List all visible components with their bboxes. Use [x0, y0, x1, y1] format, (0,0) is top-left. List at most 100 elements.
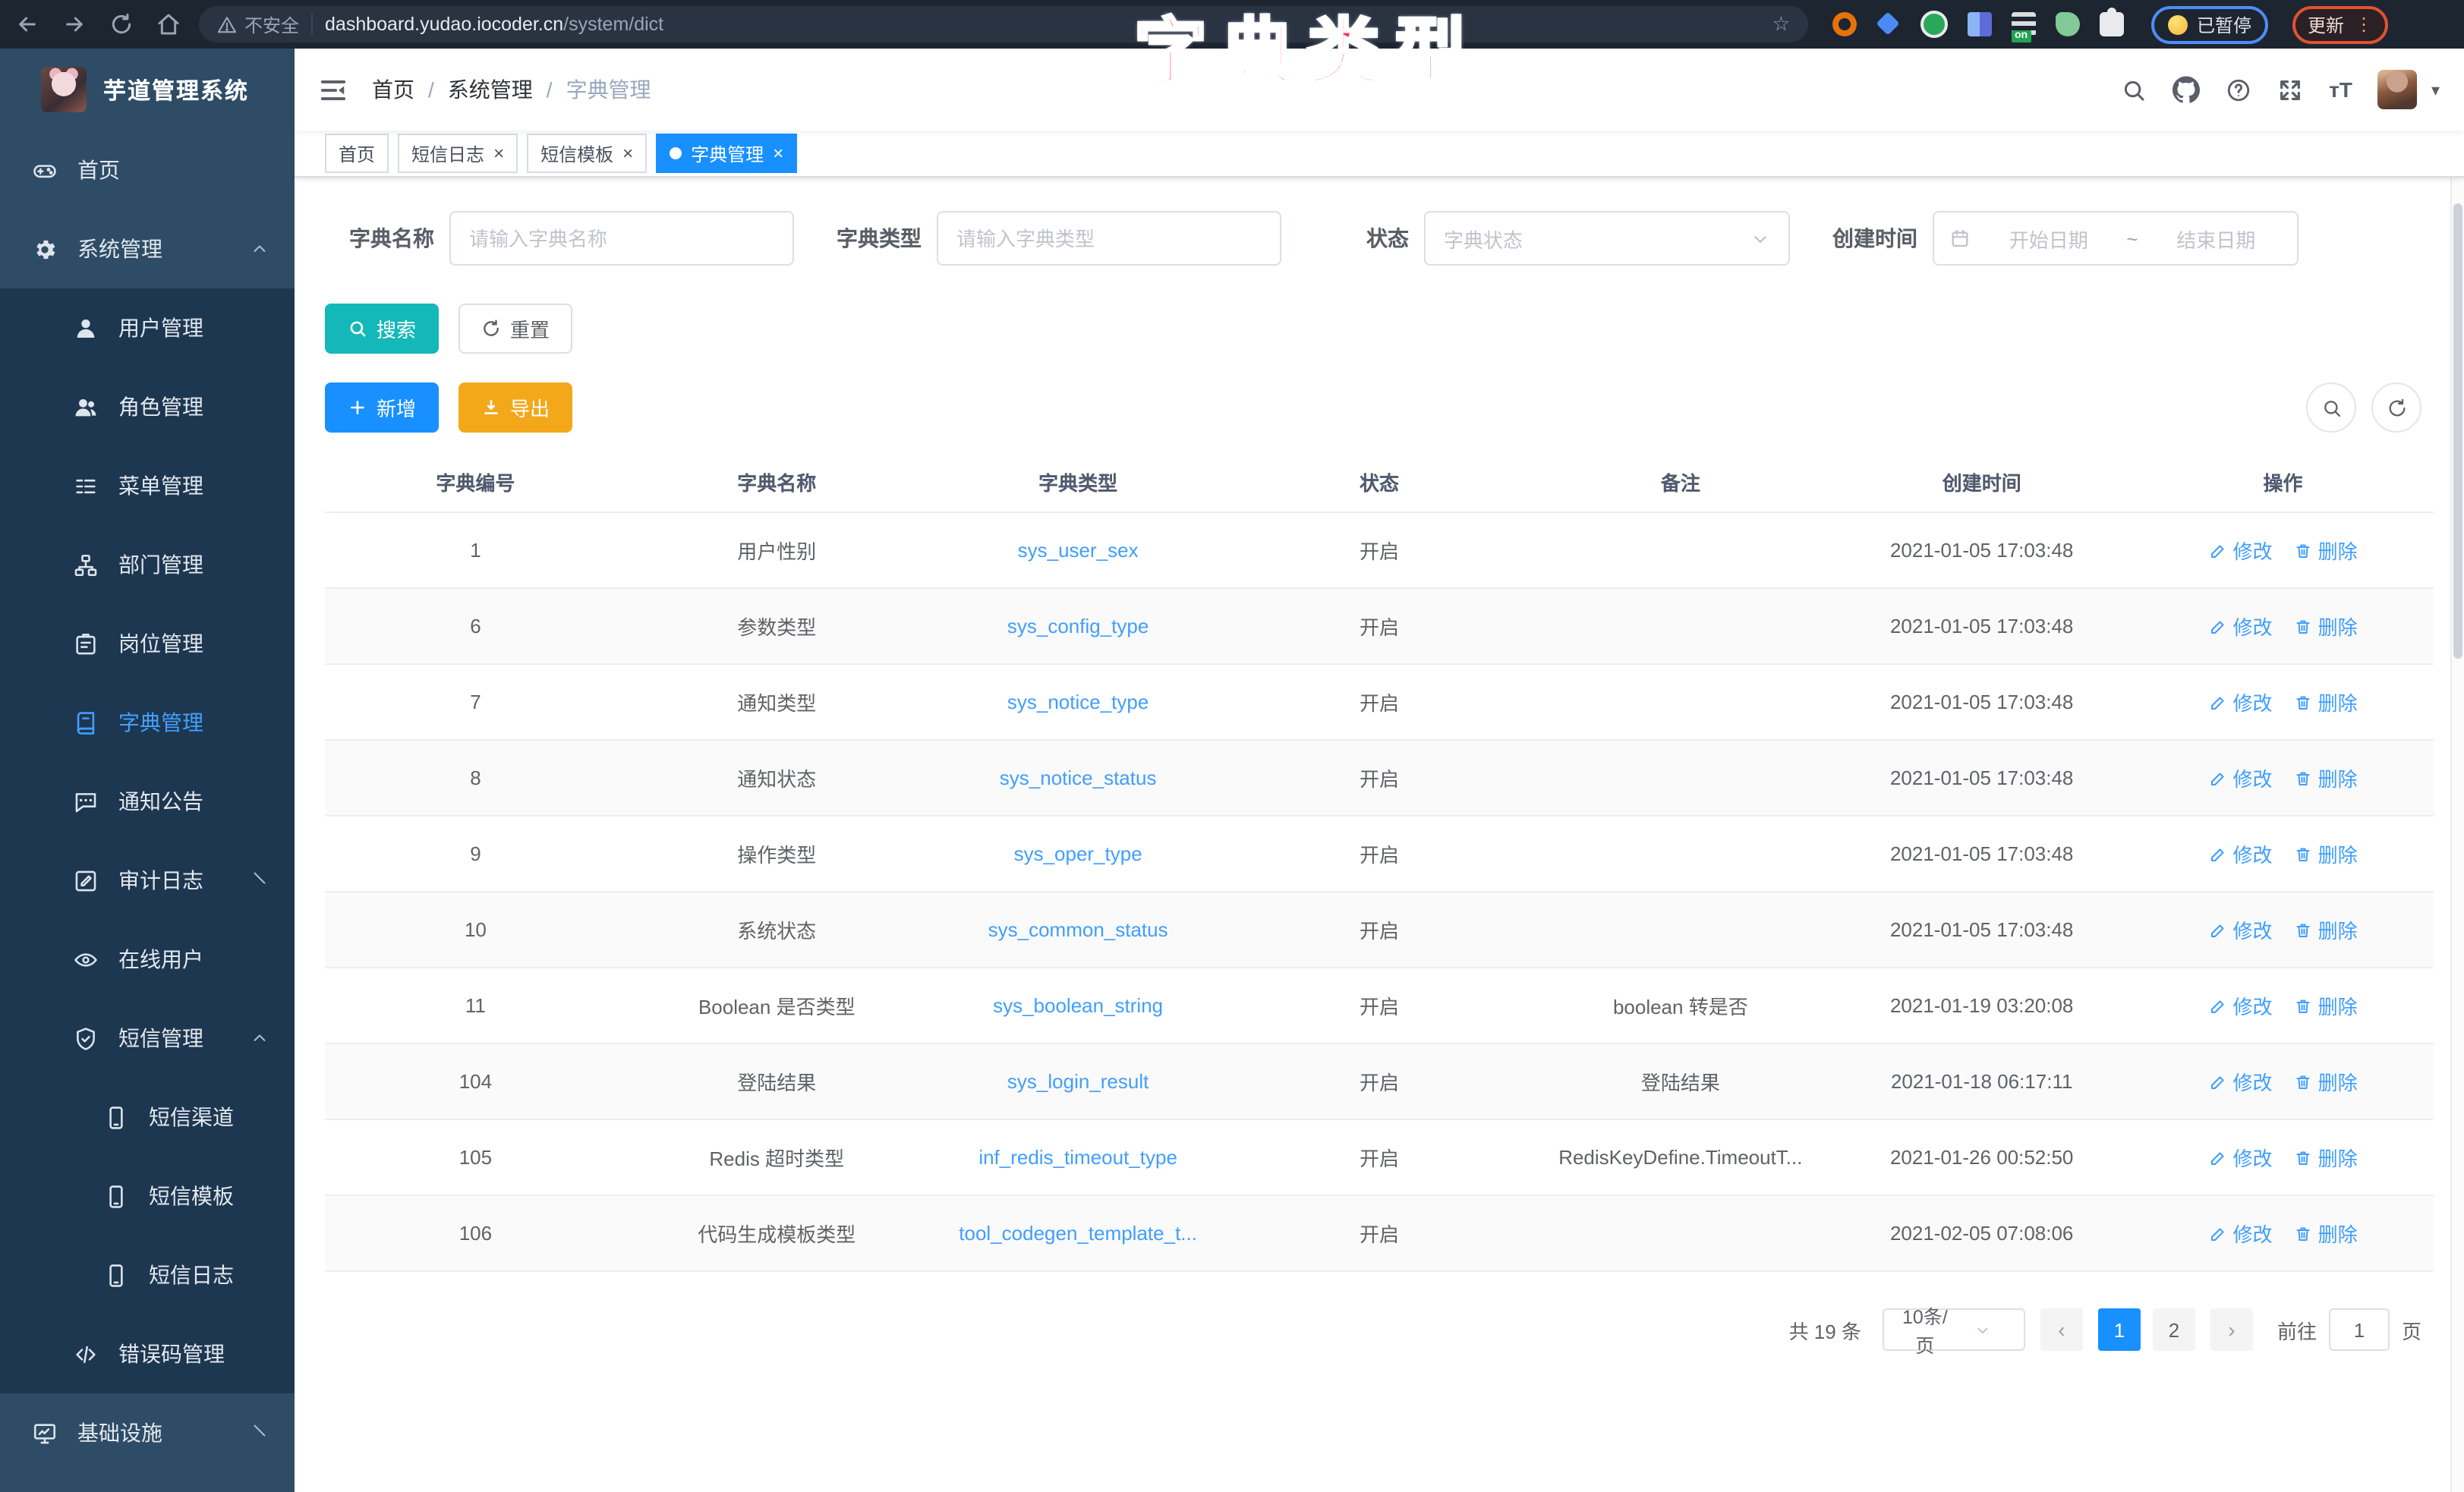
url-bar[interactable]: 不安全 dashboard.yudao.iocoder.cn/system/di… [199, 6, 1808, 42]
prev-page-button[interactable]: ‹ [2040, 1308, 2083, 1351]
close-icon[interactable]: × [622, 144, 633, 162]
edit-button[interactable]: 修改 [2209, 536, 2273, 565]
date-range-picker[interactable]: 开始日期 ~ 结束日期 [1933, 211, 2299, 266]
sidebar-item[interactable]: 通知公告 [0, 762, 295, 841]
sidebar-item[interactable]: 错误码管理 [0, 1314, 295, 1393]
dict-type-link[interactable]: sys_notice_status [928, 741, 1229, 815]
sidebar-item[interactable]: 在线用户 [0, 920, 295, 999]
edit-button[interactable]: 修改 [2209, 1143, 2273, 1172]
delete-button[interactable]: 删除 [2294, 839, 2358, 868]
sidebar-item[interactable]: 字典管理 [0, 683, 295, 762]
sidebar-item[interactable]: 系统管理 [0, 209, 295, 288]
edit-button[interactable]: 修改 [2209, 763, 2273, 792]
delete-button[interactable]: 删除 [2294, 991, 2358, 1020]
dict-type-link[interactable]: sys_login_result [928, 1044, 1229, 1119]
update-button[interactable]: 更新 ⋮ [2292, 5, 2388, 43]
export-button[interactable]: 导出 [458, 382, 572, 433]
page-button-1[interactable]: 1 [2098, 1308, 2141, 1351]
hamburger-icon[interactable] [319, 75, 348, 104]
back-icon[interactable] [15, 12, 39, 36]
close-icon[interactable]: × [493, 144, 504, 162]
delete-button[interactable]: 删除 [2294, 915, 2358, 944]
sidebar-item[interactable]: 短信日志 [0, 1235, 295, 1314]
fullscreen-icon[interactable] [2277, 77, 2303, 102]
tab-item[interactable]: 短信日志 × [398, 134, 518, 173]
dict-type-link[interactable]: inf_redis_timeout_type [928, 1120, 1229, 1195]
sidebar-item[interactable]: 菜单管理 [0, 446, 295, 525]
extension-icon[interactable] [1968, 12, 1992, 36]
add-button[interactable]: 新增 [325, 382, 439, 433]
help-icon[interactable] [2226, 77, 2251, 102]
home-icon[interactable] [156, 12, 181, 36]
edit-button[interactable]: 修改 [2209, 1219, 2273, 1248]
header-search-icon[interactable] [2121, 77, 2147, 102]
goto-page-input[interactable] [2329, 1308, 2390, 1351]
delete-button[interactable]: 删除 [2294, 612, 2358, 641]
dict-type-input[interactable] [937, 211, 1281, 266]
dict-type-link[interactable]: sys_config_type [928, 589, 1229, 663]
dict-type-link[interactable]: sys_boolean_string [928, 968, 1229, 1043]
bookmark-star-icon[interactable]: ☆ [1772, 12, 1790, 36]
sidebar-item[interactable]: 短信模板 [0, 1157, 295, 1235]
extension-icon[interactable] [2056, 12, 2080, 36]
scrollbar[interactable] [2450, 97, 2464, 1492]
reset-button[interactable]: 重置 [458, 304, 572, 354]
caret-down-icon[interactable]: ▾ [2431, 80, 2440, 99]
toggle-search-button[interactable] [2306, 382, 2356, 433]
sidebar-item[interactable]: 短信管理 [0, 999, 295, 1078]
edit-button[interactable]: 修改 [2209, 915, 2273, 944]
sidebar-item[interactable]: 部门管理 [0, 525, 295, 604]
extension-icon[interactable]: on [2012, 12, 2036, 36]
delete-button[interactable]: 删除 [2294, 763, 2358, 792]
delete-button[interactable]: 删除 [2294, 536, 2358, 565]
edit-button[interactable]: 修改 [2209, 1067, 2273, 1096]
extension-icon[interactable] [1876, 12, 1901, 36]
edit-button[interactable]: 修改 [2209, 839, 2273, 868]
sidebar-item[interactable]: 岗位管理 [0, 604, 295, 683]
extension-icon[interactable] [1920, 11, 1948, 38]
delete-button[interactable]: 删除 [2294, 1067, 2358, 1096]
dict-type-link[interactable]: sys_common_status [928, 892, 1229, 967]
status-select[interactable]: 字典状态 [1424, 211, 1790, 266]
close-icon[interactable]: × [773, 144, 783, 162]
scrollbar-thumb[interactable] [2453, 203, 2462, 659]
page-size-select[interactable]: 10条/页 [1883, 1308, 2025, 1351]
paused-badge[interactable]: 已暂停 [2151, 5, 2268, 43]
reload-icon[interactable] [109, 12, 134, 36]
sidebar-item[interactable]: 审计日志 [0, 841, 295, 920]
github-icon[interactable] [2173, 76, 2200, 103]
delete-button[interactable]: 删除 [2294, 1219, 2358, 1248]
forward-icon[interactable] [62, 12, 87, 36]
font-size-icon[interactable]: тT [2329, 77, 2352, 102]
dict-name-input[interactable] [449, 211, 794, 266]
delete-button[interactable]: 删除 [2294, 688, 2358, 716]
delete-button[interactable]: 删除 [2294, 1143, 2358, 1172]
dict-type-link[interactable]: sys_notice_type [928, 665, 1229, 739]
next-page-button[interactable]: › [2210, 1308, 2253, 1351]
dict-type-link[interactable]: sys_user_sex [928, 513, 1229, 587]
sidebar-item[interactable]: 基础设施 [0, 1393, 295, 1472]
breadcrumb-system[interactable]: 系统管理 [448, 74, 533, 105]
user-avatar[interactable] [2378, 70, 2418, 109]
tab-item[interactable]: 短信模板 × [527, 134, 647, 173]
search-button[interactable]: 搜索 [325, 304, 439, 354]
dict-type-link[interactable]: sys_oper_type [928, 817, 1229, 891]
edit-button[interactable]: 修改 [2209, 688, 2273, 716]
sidebar-item[interactable]: 角色管理 [0, 367, 295, 446]
sidebar-logo-row[interactable]: 芋道管理系统 [0, 49, 295, 131]
sidebar-item[interactable]: 短信渠道 [0, 1078, 295, 1157]
extension-icon[interactable] [1832, 12, 1857, 36]
dict-type-link[interactable]: tool_codegen_template_t... [928, 1196, 1229, 1270]
security-warning[interactable]: 不安全 [217, 11, 299, 37]
browser-menu-icon[interactable]: ⋮ [2355, 14, 2373, 35]
sidebar-item[interactable]: 用户管理 [0, 288, 295, 367]
extensions-puzzle-icon[interactable] [2100, 12, 2124, 36]
tab-item[interactable]: 字典管理 × [656, 134, 797, 173]
tab-home[interactable]: 首页 [325, 134, 389, 173]
edit-button[interactable]: 修改 [2209, 991, 2273, 1020]
sidebar-item[interactable]: 首页 [0, 131, 295, 209]
breadcrumb-home[interactable]: 首页 [372, 74, 414, 105]
edit-button[interactable]: 修改 [2209, 612, 2273, 641]
page-button-2[interactable]: 2 [2153, 1308, 2195, 1351]
refresh-table-button[interactable] [2371, 382, 2421, 433]
